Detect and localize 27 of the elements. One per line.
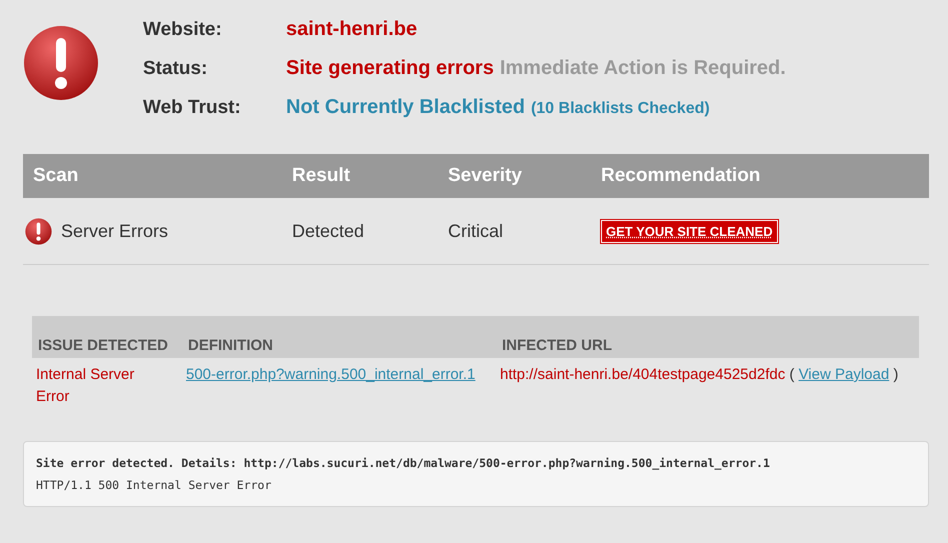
- alert-icon: [23, 25, 99, 101]
- summary-label: Status:: [143, 58, 208, 80]
- column-header: Result: [291, 165, 350, 187]
- summary-label: Website:: [143, 19, 223, 41]
- summary-value: (10 Blacklists Checked): [530, 100, 710, 118]
- summary-label: Web Trust:: [143, 97, 242, 119]
- summary-value: saint-henri.be: [286, 18, 418, 41]
- definition-link[interactable]: 500-error.php?warning.500_internal_error.1: [186, 366, 476, 383]
- column-header: Severity: [447, 165, 522, 187]
- column-header: DEFINITION: [187, 337, 273, 354]
- details-text: Site error detected. Details: http://labs.sucuri.net/db/malware/500-error.php?warning.500_internal_error.1: [36, 456, 771, 470]
- details-text: HTTP/1.1 500 Internal Server Error: [36, 478, 272, 492]
- table-cell-text: Critical: [447, 220, 504, 242]
- column-header: Scan: [32, 165, 78, 187]
- infected-url-text: http://saint-henri.be/404testpage4525d2fdc ( View Payload ): [499, 365, 900, 385]
- summary-value: Site generating errors: [286, 57, 494, 80]
- table-cell-text: Detected: [291, 220, 364, 242]
- column-header: Recommendation: [600, 165, 760, 187]
- table-cell: Server Errors: [61, 220, 168, 242]
- summary-value: Not Currently Blacklisted: [286, 96, 525, 119]
- column-header: ISSUE DETECTED: [37, 337, 168, 354]
- column-header: INFECTED URL: [501, 337, 612, 354]
- table-cell-text: Internal Server Error: [35, 365, 136, 407]
- view-payload-link[interactable]: View Payload: [798, 366, 890, 383]
- error-icon: [25, 218, 52, 244]
- clean-site-button[interactable]: GET YOUR SITE CLEANED: [601, 220, 778, 242]
- summary-value: Immediate Action is Required.: [500, 57, 786, 80]
